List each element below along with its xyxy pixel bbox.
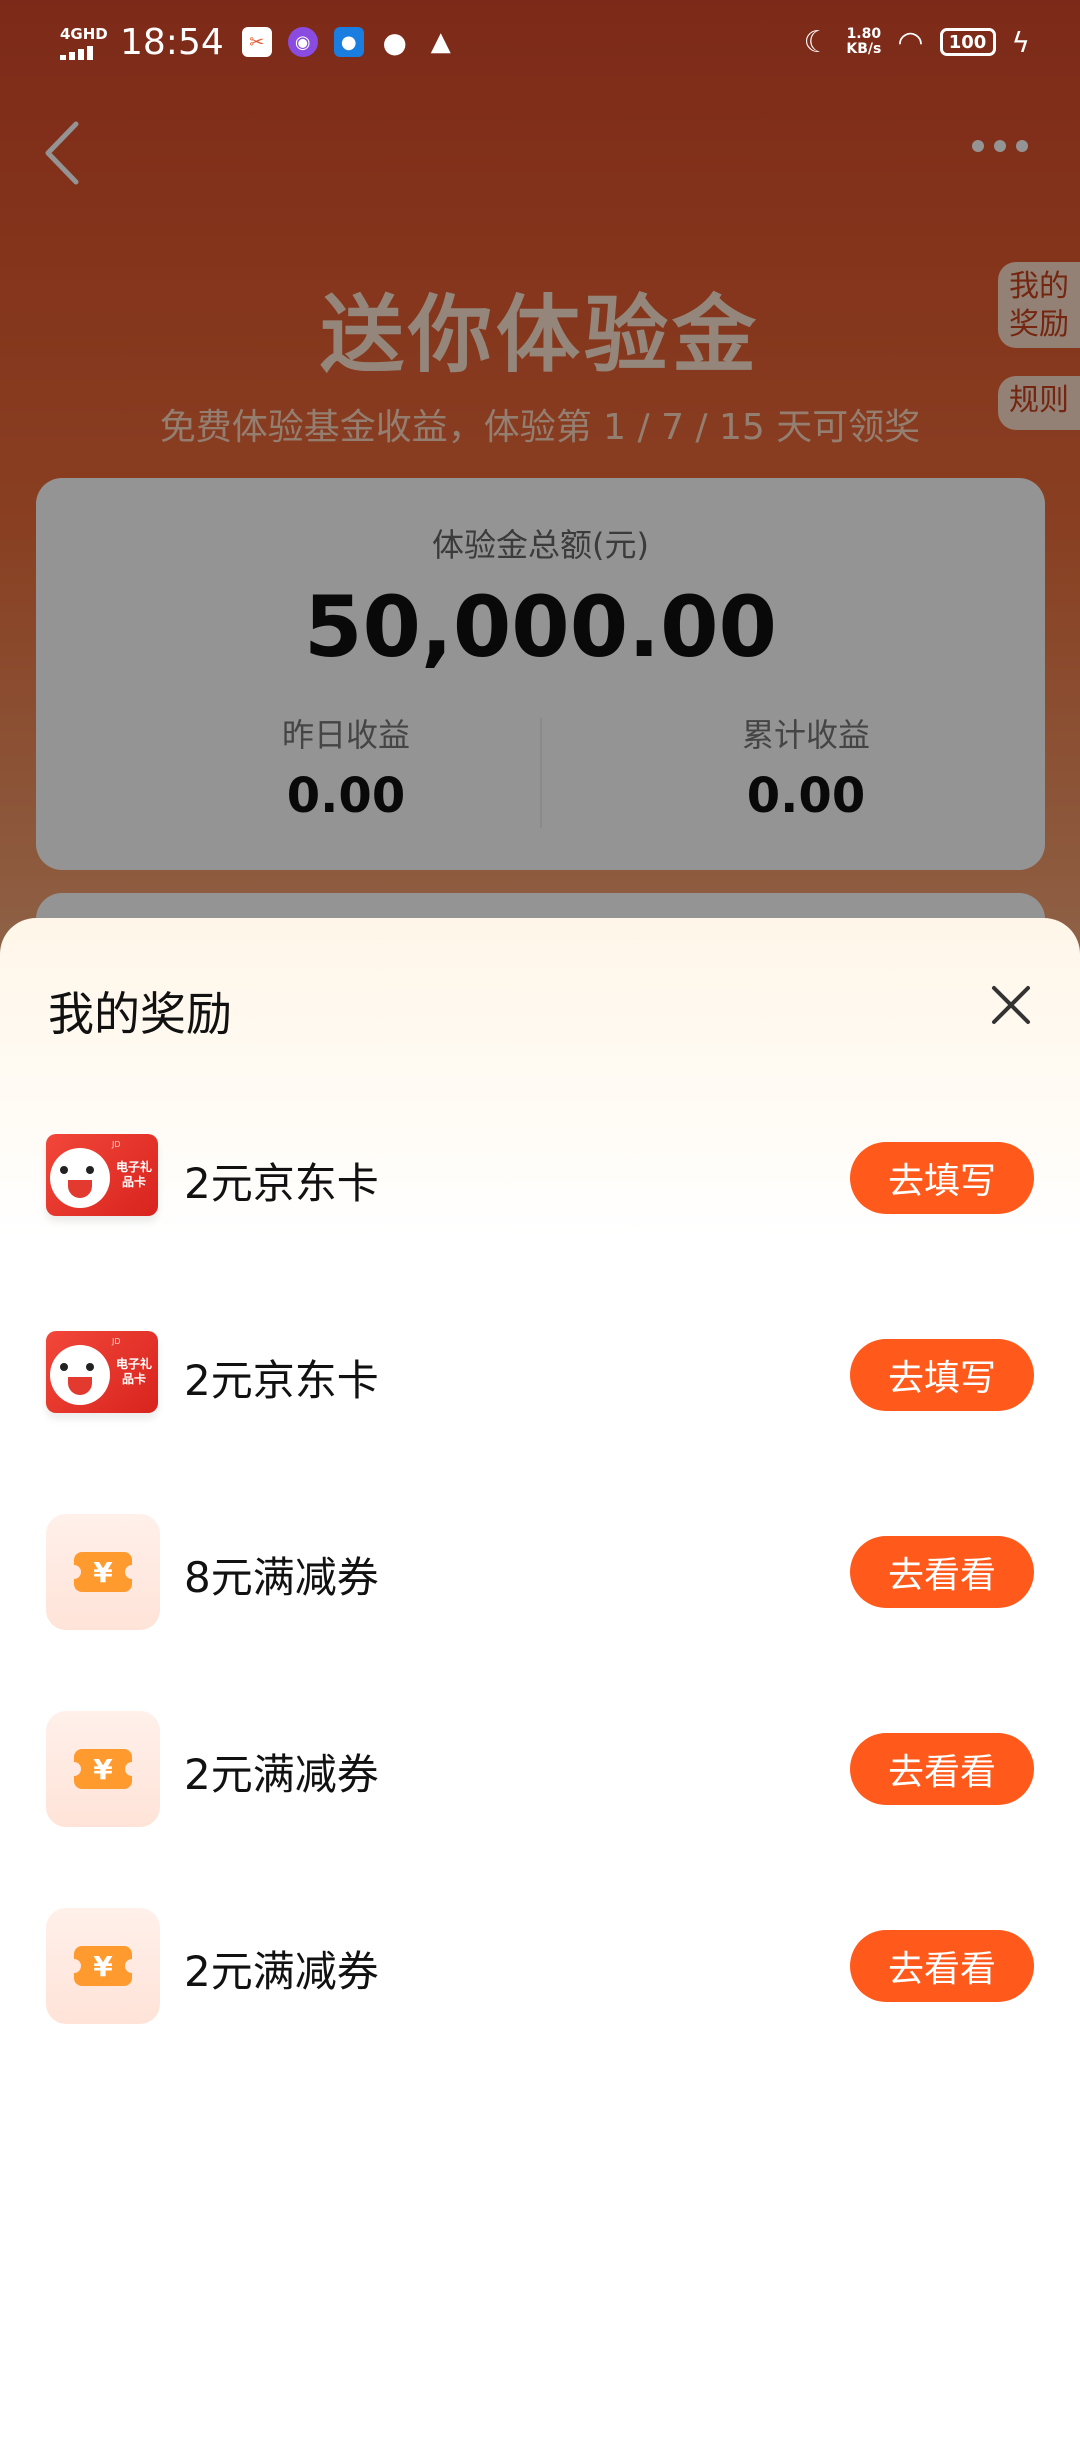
yen-symbol: ¥ bbox=[67, 1946, 139, 1986]
reward-name: 2元满减券 bbox=[184, 1947, 379, 1996]
app-notification-icon: ✂ bbox=[241, 27, 272, 57]
coupon-icon: ¥ bbox=[46, 1711, 160, 1827]
jd-gift-card-icon: JD 电子礼品卡 bbox=[46, 1120, 160, 1236]
reward-row: JD 电子礼品卡 2元京东卡 去填写 bbox=[0, 1118, 1080, 1238]
reward-row: ¥ 8元满减券 去看看 bbox=[0, 1512, 1080, 1632]
warning-icon: ▲ bbox=[430, 27, 451, 57]
cat-app-icon: ◉ bbox=[287, 27, 318, 57]
view-button[interactable]: 去看看 bbox=[850, 1930, 1034, 2002]
speed-unit: KB/s bbox=[846, 41, 882, 57]
coupon-icon: ¥ bbox=[46, 1514, 160, 1630]
fill-in-button[interactable]: 去填写 bbox=[850, 1339, 1034, 1411]
reward-name: 2元满减券 bbox=[184, 1750, 379, 1799]
view-button[interactable]: 去看看 bbox=[850, 1733, 1034, 1805]
battery-level: 100 bbox=[948, 31, 987, 53]
sheet-title: 我的奖励 bbox=[48, 987, 232, 1041]
jd-gift-card-icon: JD 电子礼品卡 bbox=[46, 1317, 160, 1433]
close-icon[interactable] bbox=[986, 980, 1036, 1030]
reward-row: JD 电子礼品卡 2元京东卡 去填写 bbox=[0, 1315, 1080, 1435]
bird-app-icon: ● bbox=[333, 27, 364, 57]
network-speed: 1.80 KB/s bbox=[846, 27, 881, 57]
coupon-icon: ¥ bbox=[46, 1908, 160, 2024]
charging-icon: ϟ bbox=[1011, 25, 1030, 59]
fill-in-button[interactable]: 去填写 bbox=[850, 1142, 1034, 1214]
signal-icon bbox=[60, 46, 112, 60]
yen-symbol: ¥ bbox=[67, 1749, 139, 1789]
status-bar: 4GHD 18:54 ✂ ◉ ● ● ▲ ☾ 1.80 KB/s ◠ 100 ϟ bbox=[0, 0, 1080, 84]
view-button[interactable]: 去看看 bbox=[850, 1536, 1034, 1608]
battery-icon: 100 bbox=[939, 28, 996, 56]
reward-row: ¥ 2元满减券 去看看 bbox=[0, 1709, 1080, 1829]
yen-symbol: ¥ bbox=[67, 1552, 139, 1592]
reward-name: 2元京东卡 bbox=[184, 1356, 379, 1405]
network-type: 4GHD bbox=[60, 25, 108, 43]
reward-row: ¥ 2元满减券 去看看 bbox=[0, 1906, 1080, 2026]
moon-icon: ☾ bbox=[803, 24, 831, 60]
reward-name: 8元满减券 bbox=[184, 1553, 379, 1602]
wifi-icon: ◠ bbox=[897, 24, 924, 60]
reward-name: 2元京东卡 bbox=[184, 1159, 379, 1208]
card-label: 电子礼品卡 bbox=[115, 1357, 152, 1386]
speed-value: 1.80 bbox=[846, 26, 882, 42]
card-label: 电子礼品卡 bbox=[115, 1160, 152, 1189]
rewards-sheet: 我的奖励 JD 电子礼品卡 2元京东卡 去填写 JD 电子礼品卡 2元京东卡 去… bbox=[0, 918, 1080, 2460]
network-indicator: 4GHD bbox=[60, 24, 112, 60]
chat-icon: ● bbox=[382, 25, 407, 59]
clock: 18:54 bbox=[120, 21, 224, 63]
